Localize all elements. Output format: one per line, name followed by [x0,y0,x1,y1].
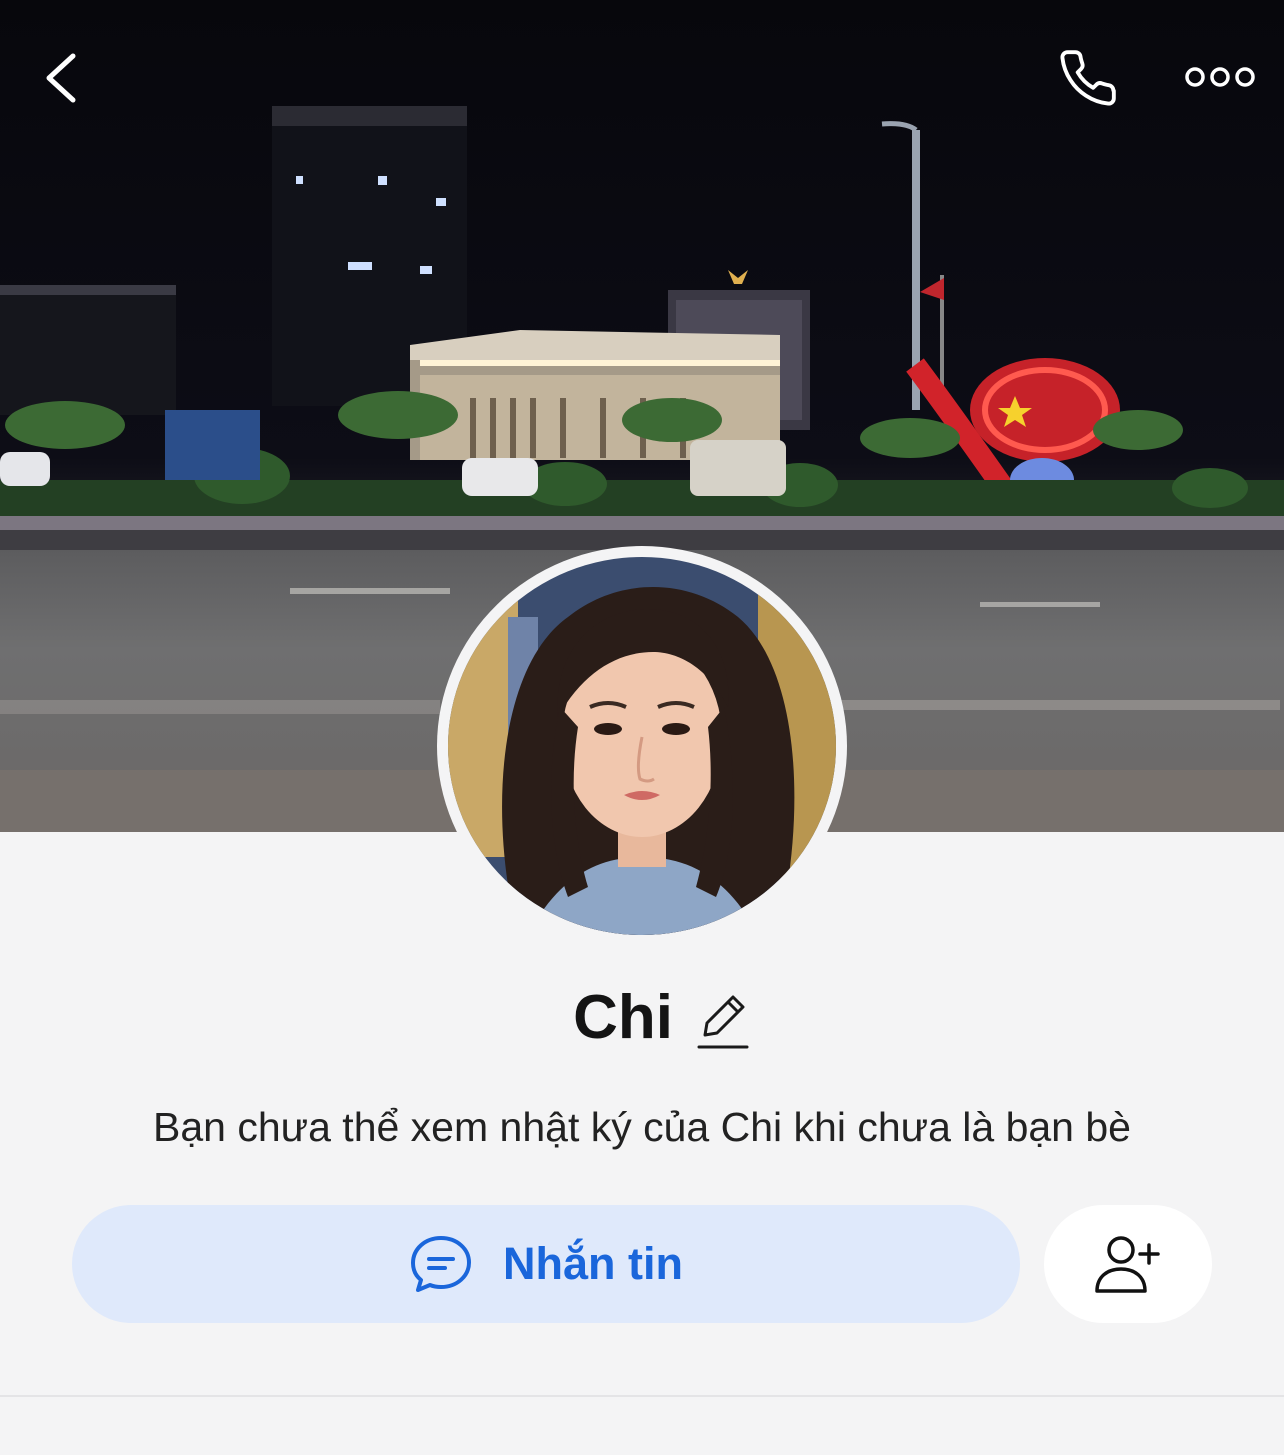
more-button[interactable] [1178,52,1262,102]
phone-icon [1060,50,1116,106]
call-button[interactable] [1050,42,1126,114]
avatar[interactable] [448,557,836,935]
message-button[interactable]: Nhắn tin [72,1205,1020,1323]
back-button[interactable] [30,44,92,112]
pencil-icon[interactable] [695,989,751,1053]
privacy-notice: Bạn chưa thể xem nhật ký của Chi khi chư… [153,1104,1131,1150]
avatar-photo [448,557,836,935]
more-horizontal-icon [1185,67,1255,87]
avatar-frame [437,546,847,946]
add-friend-icon [1095,1236,1160,1293]
message-button-label: Nhắn tin [503,1238,683,1289]
profile-name: Chi [573,983,673,1052]
add-friend-button[interactable] [1044,1205,1212,1323]
chat-bubble-icon [411,1236,471,1292]
chevron-left-icon [46,53,76,103]
section-divider [0,1395,1284,1397]
name-row: Chi [0,982,1284,1053]
